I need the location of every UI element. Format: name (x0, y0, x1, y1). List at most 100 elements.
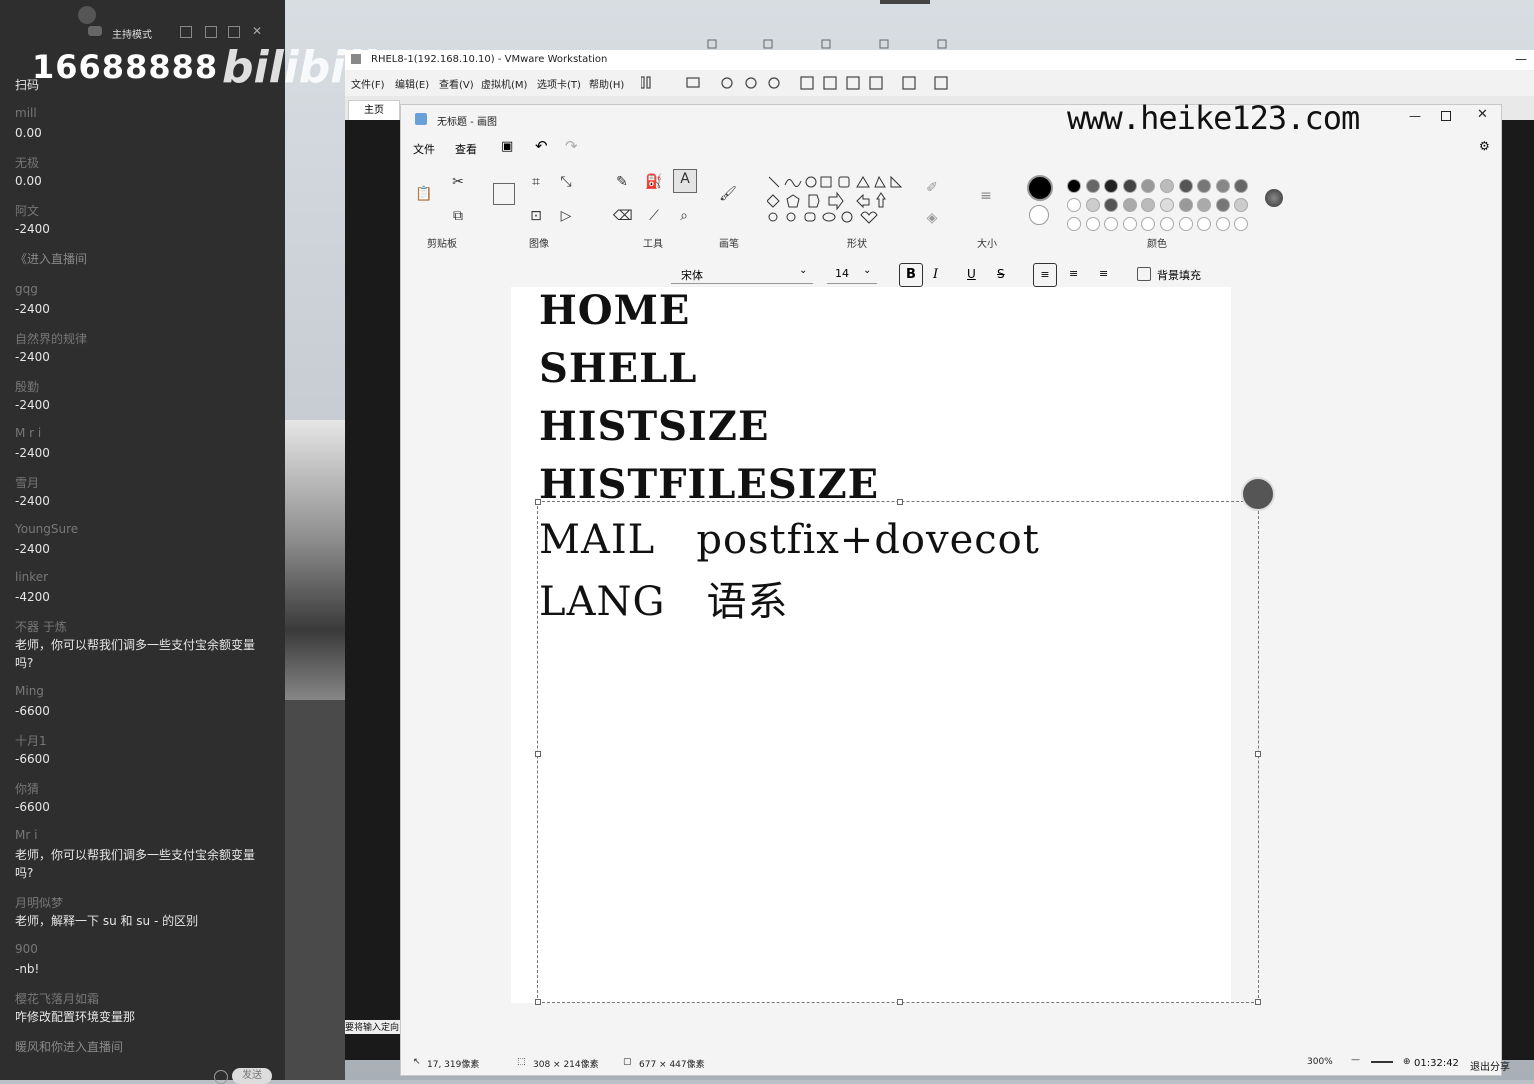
rotate-handle-icon[interactable] (1241, 477, 1275, 511)
select-icon[interactable] (493, 183, 515, 205)
resize-handle[interactable] (535, 751, 541, 757)
palette-color-swatch[interactable] (1234, 179, 1249, 193)
host-mode-label[interactable]: 主持模式 (112, 26, 152, 41)
palette-color-swatch[interactable] (1160, 179, 1174, 193)
crop-icon[interactable]: ⌗ (527, 173, 545, 191)
fill-icon[interactable]: ⛽ (645, 173, 663, 191)
palette-color-swatch[interactable] (1104, 198, 1119, 212)
eraser-icon[interactable]: ⌫ (613, 207, 633, 225)
send-button[interactable]: 发送 (232, 1068, 272, 1084)
text-tool-icon[interactable]: A (673, 169, 697, 193)
palette-color-swatch[interactable] (1178, 198, 1193, 212)
zoom-out-button[interactable]: — (1351, 1055, 1360, 1065)
align-left-button[interactable]: ≡ (1033, 263, 1057, 287)
palette-color-swatch[interactable] (1197, 217, 1212, 231)
paint-menu-view[interactable]: 查看 (455, 141, 477, 157)
emoji-icon[interactable] (214, 1070, 228, 1084)
desktop-wallpaper-shadow (285, 700, 345, 1080)
bold-button[interactable]: B (899, 263, 923, 287)
magnifier-icon[interactable]: ⌕ (675, 207, 693, 225)
align-center-button[interactable]: ≡ (1069, 267, 1078, 280)
palette-color-swatch[interactable] (1067, 198, 1081, 212)
paint-maximize-icon[interactable] (1441, 111, 1451, 121)
cursor-position: 17, 319像素 (427, 1060, 480, 1070)
palette-color-swatch[interactable] (1085, 198, 1100, 212)
palette-color-swatch[interactable] (1160, 198, 1174, 212)
minimize-icon[interactable] (228, 26, 240, 38)
size-icon[interactable]: ≡ (977, 187, 995, 205)
palette-color-swatch[interactable] (1085, 217, 1100, 231)
palette-color-swatch[interactable] (1067, 179, 1081, 193)
vmware-home-tab[interactable]: 主页 (348, 100, 400, 122)
palette-color-swatch[interactable] (1215, 179, 1230, 193)
paint-close-icon[interactable]: ✕ (1477, 107, 1488, 122)
color-picker-icon[interactable]: ⟋ (645, 207, 663, 225)
font-family-select[interactable]: 宋体 ⌄ (671, 263, 813, 284)
vmware-menu-view[interactable]: 查看(V) (439, 76, 474, 91)
resize-handle[interactable] (1255, 751, 1261, 757)
shape-fill-icon[interactable]: ◈ (923, 209, 941, 227)
vmware-menu-help[interactable]: 帮助(H) (589, 76, 624, 91)
resize-handle[interactable] (897, 499, 903, 505)
brush-icon[interactable]: 🖌 (719, 185, 737, 203)
italic-button[interactable]: I (933, 267, 938, 282)
palette-color-swatch[interactable] (1197, 198, 1212, 212)
vmware-minimize-icon[interactable]: — (1515, 52, 1527, 66)
palette-color-swatch[interactable] (1141, 179, 1156, 193)
resize-handle[interactable] (535, 999, 541, 1005)
color1-swatch[interactable] (1027, 175, 1053, 201)
resize-handle[interactable] (897, 999, 903, 1005)
strikethrough-button[interactable]: S (997, 267, 1005, 281)
palette-color-swatch[interactable] (1178, 217, 1193, 231)
zoom-slider[interactable] (1371, 1061, 1393, 1063)
palette-color-swatch[interactable] (1215, 217, 1230, 231)
palette-color-swatch[interactable] (1122, 198, 1137, 212)
exit-share-button[interactable]: 退出分享 (1470, 1058, 1510, 1073)
image-search-icon[interactable]: ⊡ (527, 207, 545, 225)
vmware-menu-vm[interactable]: 虚拟机(M) (481, 76, 527, 91)
palette-color-swatch[interactable] (1122, 217, 1137, 231)
align-right-button[interactable]: ≡ (1099, 267, 1108, 280)
resize-icon[interactable]: ⤡ (557, 173, 575, 191)
shapes-gallery[interactable] (767, 175, 907, 225)
palette-color-swatch[interactable] (1178, 179, 1193, 193)
palette-color-swatch[interactable] (1234, 198, 1249, 212)
palette-color-swatch[interactable] (1067, 217, 1081, 231)
paste-icon[interactable]: 📋 (415, 185, 433, 203)
palette-color-swatch[interactable] (1085, 179, 1100, 193)
palette-color-swatch[interactable] (1160, 217, 1174, 231)
background-fill-checkbox[interactable] (1137, 267, 1151, 281)
palette-color-swatch[interactable] (1122, 179, 1137, 193)
window-restore-icon[interactable] (205, 26, 217, 38)
rotate-icon[interactable]: ▷ (557, 207, 575, 225)
zoom-in-button[interactable]: ⊕ (1403, 1057, 1411, 1067)
share-settings-icon[interactable]: ⚙ (1479, 139, 1490, 153)
redo-icon[interactable]: ↷ (565, 137, 578, 155)
pencil-icon[interactable]: ✎ (613, 173, 631, 191)
palette-color-swatch[interactable] (1234, 217, 1249, 231)
paint-menu-file[interactable]: 文件 (413, 141, 435, 157)
pin-icon[interactable] (180, 26, 192, 38)
palette-color-swatch[interactable] (1104, 217, 1119, 231)
edit-colors-icon[interactable] (1265, 189, 1283, 207)
shape-outline-icon[interactable]: ✐ (923, 179, 941, 197)
copy-icon[interactable]: ⧉ (449, 207, 467, 225)
palette-color-swatch[interactable] (1197, 179, 1212, 193)
paint-minimize-icon[interactable]: — (1409, 109, 1421, 123)
vmware-menu-edit[interactable]: 编辑(E) (395, 76, 429, 91)
palette-color-swatch[interactable] (1215, 198, 1230, 212)
vmware-toolbar-icons[interactable] (641, 74, 971, 92)
save-icon[interactable]: ▣ (501, 139, 513, 154)
palette-color-swatch[interactable] (1104, 179, 1119, 193)
vmware-menu-file[interactable]: 文件(F) (351, 76, 385, 91)
underline-button[interactable]: U (967, 267, 976, 281)
color2-swatch[interactable] (1029, 205, 1049, 225)
palette-color-swatch[interactable] (1141, 198, 1156, 212)
vmware-menu-tabs[interactable]: 选项卡(T) (537, 76, 581, 91)
resize-handle[interactable] (1255, 999, 1261, 1005)
font-size-select[interactable]: 14 ⌄ (827, 263, 877, 284)
undo-icon[interactable]: ↶ (535, 137, 548, 155)
palette-color-swatch[interactable] (1141, 217, 1156, 231)
close-icon[interactable]: ✕ (252, 24, 262, 38)
cut-icon[interactable]: ✂ (449, 173, 467, 191)
